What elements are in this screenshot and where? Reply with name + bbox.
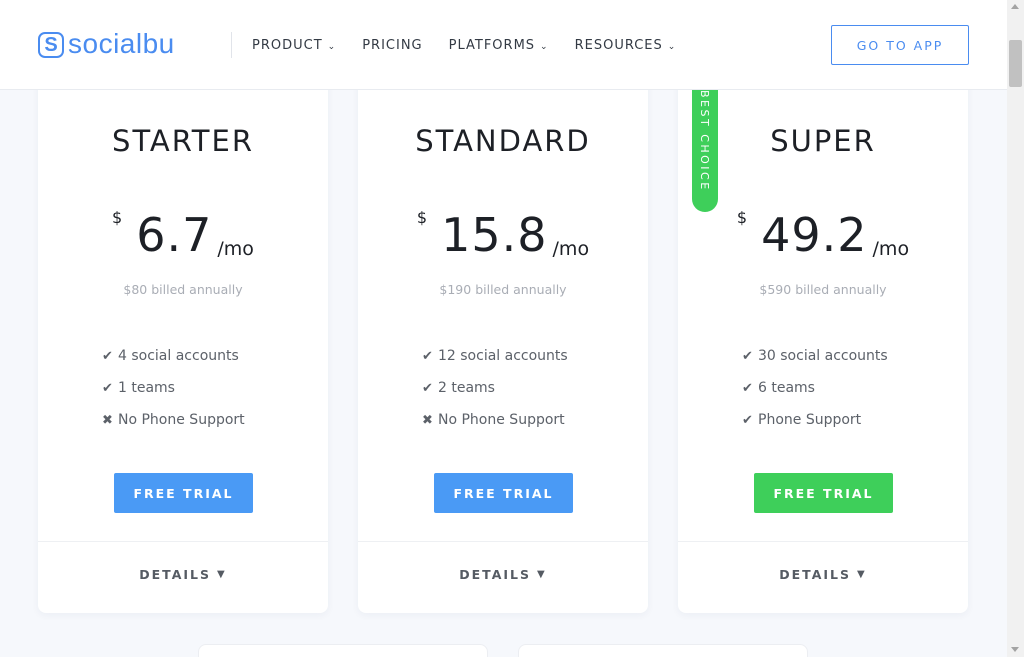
chevron-down-icon: ⌄: [667, 41, 677, 52]
check-icon: ✔: [422, 380, 433, 396]
details-label: DETAILS: [139, 567, 212, 582]
check-icon: ✔: [102, 380, 113, 396]
cross-icon: ✖: [422, 412, 433, 428]
feature-item: ✔ 2 teams: [422, 372, 568, 404]
price-period: /mo: [552, 238, 590, 260]
plan-card-super: SUPER $ 49.2 /mo $590 billed annually ✔ 3…: [678, 60, 968, 613]
plan-card-partial: [518, 644, 808, 657]
details-label: DETAILS: [459, 567, 532, 582]
feature-list: ✔ 30 social accounts ✔ 6 teams ✔ Phone Supp…: [742, 340, 888, 436]
site-header: S socialbu PRODUCT ⌄ PRICING PLATFORMS ⌄…: [0, 0, 1007, 90]
details-toggle[interactable]: DETAILS ▼: [38, 567, 328, 582]
card-divider: [678, 541, 968, 542]
currency-symbol: $: [416, 208, 428, 227]
chevron-down-icon: ⌄: [540, 41, 549, 52]
check-icon: ✔: [422, 348, 433, 364]
check-icon: ✔: [742, 380, 753, 396]
feature-item: ✔ Phone Support: [742, 404, 888, 436]
main-nav: PRODUCT ⌄ PRICING PLATFORMS ⌄ RESOURCES …: [252, 38, 702, 53]
details-toggle[interactable]: DETAILS ▼: [678, 567, 968, 582]
logo[interactable]: S socialbu: [38, 30, 175, 60]
plan-card-partial: [198, 644, 488, 657]
feature-text: No Phone Support: [118, 412, 245, 428]
feature-text: 2 teams: [438, 380, 495, 396]
check-icon: ✔: [742, 412, 753, 428]
feature-item: ✔ 6 teams: [742, 372, 888, 404]
price-amount: 6.7: [136, 208, 213, 262]
page-scrollbar[interactable]: [1007, 0, 1024, 657]
currency-symbol: $: [736, 208, 748, 227]
feature-text: 4 social accounts: [118, 348, 239, 364]
details-label: DETAILS: [779, 567, 852, 582]
plan-name: SUPER: [770, 124, 876, 158]
feature-item: ✖ No Phone Support: [422, 404, 568, 436]
feature-item: ✔ 4 social accounts: [102, 340, 245, 372]
plan-card-starter: STARTER $ 6.7 /mo $80 billed annually ✔ 4…: [38, 60, 328, 613]
price-period: /mo: [872, 238, 910, 260]
plan-name: STARTER: [112, 124, 254, 158]
chevron-down-icon: ⌄: [327, 41, 337, 52]
card-divider: [38, 541, 328, 542]
free-trial-button[interactable]: FREE TRIAL: [754, 473, 893, 513]
price: $ 6.7 /mo: [38, 206, 328, 260]
scrollbar-thumb[interactable]: [1009, 40, 1022, 87]
price-amount: 49.2: [761, 208, 868, 262]
nav-item-resources[interactable]: RESOURCES ⌄: [575, 38, 677, 53]
feature-list: ✔ 12 social accounts ✔ 2 teams ✖ No Phone S…: [422, 340, 568, 436]
nav-label: PRODUCT: [252, 38, 323, 53]
feature-text: Phone Support: [758, 412, 862, 428]
nav-item-pricing[interactable]: PRICING: [362, 38, 422, 53]
card-divider: [358, 541, 648, 542]
plan-name: STANDARD: [415, 124, 591, 158]
feature-item: ✔ 12 social accounts: [422, 340, 568, 372]
check-icon: ✔: [102, 348, 113, 364]
free-trial-button[interactable]: FREE TRIAL: [114, 473, 253, 513]
feature-text: 6 teams: [758, 380, 815, 396]
check-icon: ✔: [742, 348, 753, 364]
logo-text: socialbu: [68, 28, 175, 59]
feature-item: ✔ 30 social accounts: [742, 340, 888, 372]
feature-list: ✔ 4 social accounts ✔ 1 teams ✖ No Phone Su…: [102, 340, 245, 436]
feature-text: 30 social accounts: [758, 348, 888, 364]
price: $ 15.8 /mo: [358, 206, 648, 260]
scroll-up-arrow-icon[interactable]: [1011, 4, 1019, 9]
cross-icon: ✖: [102, 412, 113, 428]
billed-annually: $190 billed annually: [439, 282, 567, 297]
feature-text: 12 social accounts: [438, 348, 568, 364]
plan-card-standard: STANDARD $ 15.8 /mo $190 billed annually…: [358, 60, 648, 613]
free-trial-button[interactable]: FREE TRIAL: [434, 473, 573, 513]
feature-text: 1 teams: [118, 380, 175, 396]
details-toggle[interactable]: DETAILS ▼: [358, 567, 648, 582]
billed-annually: $590 billed annually: [759, 282, 887, 297]
price: $ 49.2 /mo: [678, 206, 968, 260]
ribbon-label: BEST CHOICE: [698, 90, 711, 192]
feature-item: ✔ 1 teams: [102, 372, 245, 404]
nav-divider: [231, 32, 232, 58]
currency-symbol: $: [112, 208, 123, 227]
nav-item-product[interactable]: PRODUCT ⌄: [252, 38, 336, 53]
nav-item-platforms[interactable]: PLATFORMS ⌄: [449, 38, 549, 53]
price-amount: 15.8: [441, 208, 548, 262]
logo-mark-icon: S: [38, 32, 64, 58]
billed-annually: $80 billed annually: [123, 282, 243, 297]
feature-item: ✖ No Phone Support: [102, 404, 245, 436]
scroll-down-arrow-icon[interactable]: [1011, 647, 1019, 652]
nav-label: PRICING: [362, 38, 423, 53]
chevron-down-icon: ▼: [857, 569, 867, 580]
feature-text: No Phone Support: [438, 412, 565, 428]
price-period: /mo: [217, 238, 254, 260]
chevron-down-icon: ▼: [217, 569, 227, 580]
nav-label: PLATFORMS: [448, 38, 536, 53]
go-to-app-button[interactable]: GO TO APP: [831, 25, 969, 65]
nav-label: RESOURCES: [574, 38, 663, 53]
chevron-down-icon: ▼: [537, 569, 547, 580]
